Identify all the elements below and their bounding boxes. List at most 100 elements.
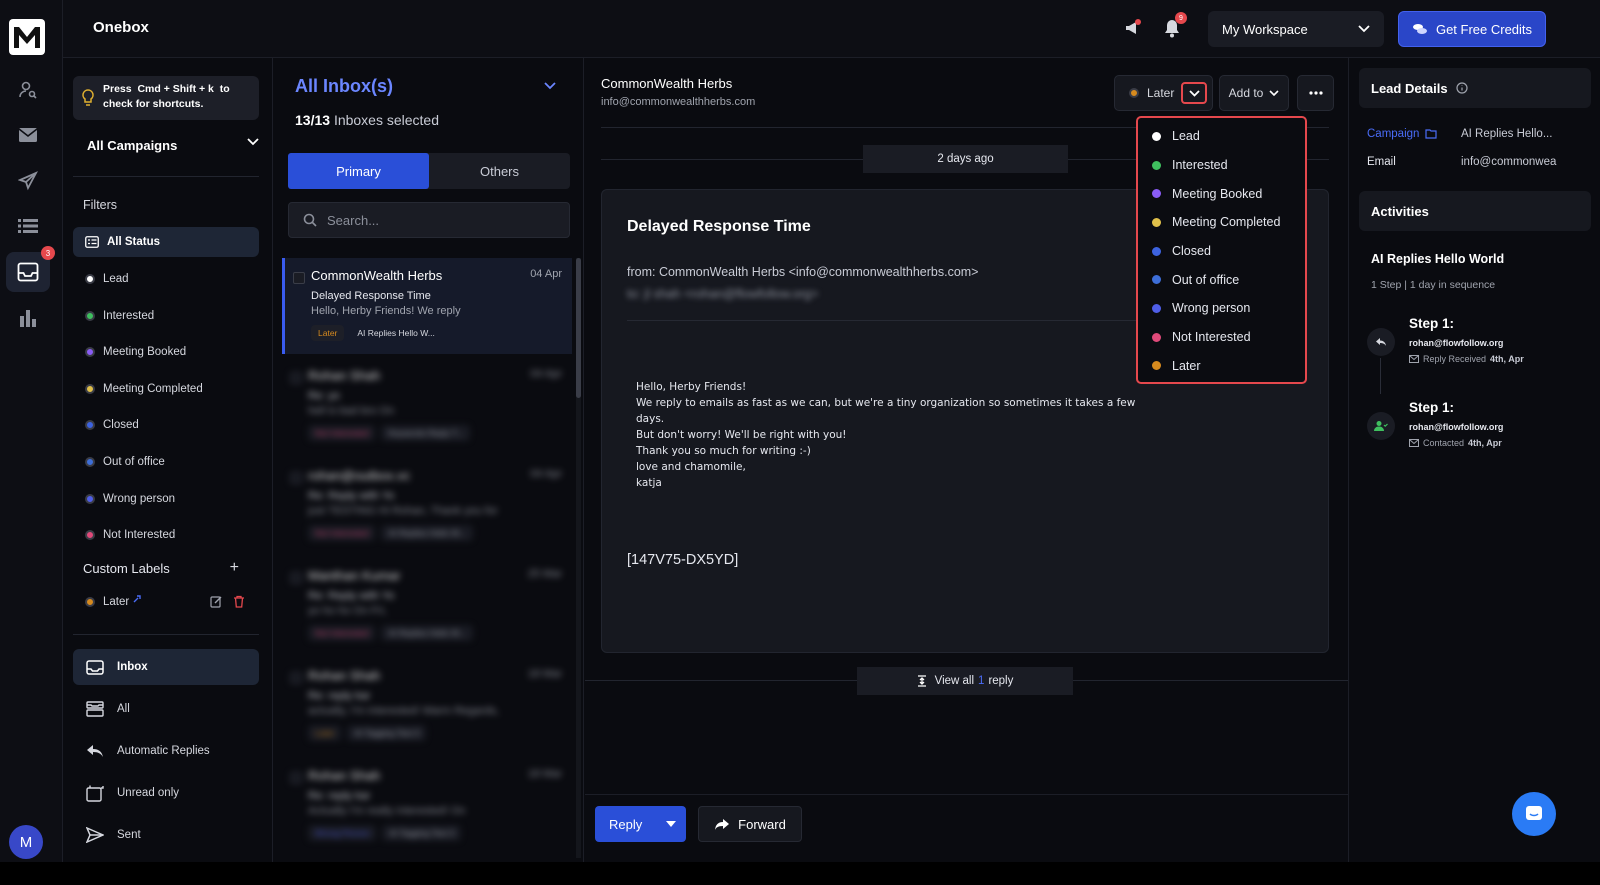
reply-icon xyxy=(87,745,103,757)
dropdown-option-not-interested[interactable]: Not Interested xyxy=(1138,323,1305,352)
mail-checkbox[interactable] xyxy=(290,372,302,384)
status-select-label: Later xyxy=(1147,86,1175,100)
status-meeting-completed[interactable]: Meeting Completed xyxy=(73,374,259,404)
megaphone-icon[interactable] xyxy=(1122,17,1144,39)
mail-checkbox[interactable] xyxy=(290,472,302,484)
get-free-credits-button[interactable]: Get Free Credits xyxy=(1398,11,1546,47)
mail-item[interactable]: Rohan Shah 18 Mar Re: reply kar actually,… xyxy=(282,658,572,754)
info-icon[interactable] xyxy=(1455,82,1468,94)
expand-icon xyxy=(917,675,926,687)
send-icon[interactable] xyxy=(15,168,41,194)
status-dropdown-toggle[interactable] xyxy=(1181,82,1207,104)
email-body-line: We reply to emails as fast as we can, bu… xyxy=(636,397,1136,425)
view-all-replies-button[interactable]: View all 1 reply xyxy=(857,667,1073,695)
contacts-icon[interactable] xyxy=(15,77,41,103)
search-icon xyxy=(303,213,317,227)
mail-preview: Actually I'm really interested! On xyxy=(308,805,466,817)
bell-icon[interactable]: 9 xyxy=(1161,12,1187,39)
reply-button[interactable]: Reply xyxy=(595,806,686,842)
status-not-interested[interactable]: Not Interested xyxy=(73,520,259,550)
dropdown-option-wrong-person[interactable]: Wrong person xyxy=(1138,294,1305,323)
dropdown-option-out-of-office[interactable]: Out of office xyxy=(1138,265,1305,294)
analytics-icon[interactable] xyxy=(15,305,41,331)
nav-inbox[interactable]: Inbox xyxy=(73,649,259,685)
scrollbar-thumb[interactable] xyxy=(576,258,581,398)
nav-all[interactable]: All xyxy=(73,691,259,727)
mail-item[interactable]: CommonWealth Herbs 04 Apr Delayed Respons… xyxy=(282,258,572,354)
activities-header: Activities xyxy=(1359,191,1591,231)
dropdown-option-interested[interactable]: Interested xyxy=(1138,151,1305,180)
dropdown-option-meeting-booked[interactable]: Meeting Booked xyxy=(1138,179,1305,208)
mail-date: 18 Mar xyxy=(527,668,562,680)
mail-checkbox[interactable] xyxy=(290,772,302,784)
mail-item[interactable]: Rohan Shah 04 Apr Re: yo hell is bad bro … xyxy=(282,358,572,454)
mail-preview: just TESTING Hi Rohan, Thank you for xyxy=(308,505,498,517)
list-icon[interactable] xyxy=(15,213,41,239)
status-interested[interactable]: Interested xyxy=(73,301,259,331)
add-label-icon[interactable]: + xyxy=(230,560,239,576)
forward-icon xyxy=(715,818,730,830)
user-avatar[interactable]: M xyxy=(9,825,43,859)
top-bar: Onebox 9 My Workspace Get Free Credits xyxy=(63,0,1600,58)
support-chat-button[interactable] xyxy=(1512,792,1556,836)
mail-status-tag: Later xyxy=(311,325,345,341)
status-wrong-person[interactable]: Wrong person xyxy=(73,484,259,514)
nav-unread-only[interactable]: Unread only xyxy=(73,775,259,811)
screen-edge xyxy=(0,862,1600,885)
inbox-title[interactable]: All Inbox(s) xyxy=(295,76,393,97)
mail-checkbox[interactable] xyxy=(290,672,302,684)
dropdown-option-closed[interactable]: Closed xyxy=(1138,237,1305,266)
nav-automatic-replies[interactable]: Automatic Replies xyxy=(73,733,259,769)
lead-details-header: Lead Details xyxy=(1359,68,1591,108)
mail-preview: yo ho ho On Fri, xyxy=(308,605,387,617)
option-label: Out of office xyxy=(1172,272,1240,287)
nav-rail: 3 M xyxy=(0,0,63,862)
add-to-button[interactable]: Add to xyxy=(1219,75,1289,111)
search-input[interactable] xyxy=(327,212,557,228)
status-out-of-office[interactable]: Out of office xyxy=(73,447,259,477)
mail-icon xyxy=(1409,439,1419,447)
more-options-button[interactable] xyxy=(1297,75,1334,111)
status-meeting-booked[interactable]: Meeting Booked xyxy=(73,337,259,367)
lead-campaign-row: Campaign AI Replies Hello... xyxy=(1367,128,1552,140)
dropdown-option-later[interactable]: Later xyxy=(1138,352,1305,381)
mail-date: 18 Mar xyxy=(527,768,562,780)
dropdown-option-lead[interactable]: Lead xyxy=(1138,122,1305,151)
search-box xyxy=(288,202,570,238)
mail-item[interactable]: Manthan Kumar 25 Mar Re: Reply with Yo yo… xyxy=(282,558,572,654)
status-label: Interested xyxy=(103,310,155,322)
caret-down-icon[interactable] xyxy=(666,821,676,827)
tab-primary[interactable]: Primary xyxy=(288,153,429,189)
mail-checkbox[interactable] xyxy=(293,272,305,284)
edit-icon[interactable] xyxy=(210,595,223,608)
mail-item[interactable]: rohan@outbox.vc 04 Apr Re: Reply with Yo … xyxy=(282,458,572,554)
mail-checkbox[interactable] xyxy=(290,572,302,584)
mail-status-tag: Not Interested xyxy=(308,425,376,441)
mail-subject: Re: reply kar xyxy=(308,790,371,802)
mail-campaign-tag: Keywords Reply T... xyxy=(381,425,471,441)
mail-date: 04 Apr xyxy=(530,268,562,280)
workspace-label: My Workspace xyxy=(1222,21,1308,37)
app-logo[interactable] xyxy=(9,19,45,55)
onebox-icon[interactable]: 3 xyxy=(6,246,55,292)
forward-button[interactable]: Forward xyxy=(698,806,802,842)
status-lead[interactable]: Lead xyxy=(73,264,259,294)
campaign-key[interactable]: Campaign xyxy=(1367,128,1461,140)
status-select[interactable]: Later xyxy=(1114,75,1213,111)
workspace-select[interactable]: My Workspace xyxy=(1208,11,1384,47)
status-closed[interactable]: Closed xyxy=(73,410,259,440)
inbox-list-panel: All Inbox(s) 13/13 Inboxes selected Prim… xyxy=(274,58,584,862)
mail-tabs: Primary Others xyxy=(288,153,570,189)
dropdown-option-meeting-completed[interactable]: Meeting Completed xyxy=(1138,208,1305,237)
inbox-count: 13/13 xyxy=(295,112,331,128)
mail-icon[interactable] xyxy=(15,122,41,148)
chat-icon xyxy=(1526,806,1542,820)
custom-label-later[interactable]: Later xyxy=(85,594,245,608)
campaign-select[interactable]: All Campaigns xyxy=(87,138,259,153)
mail-item[interactable]: Rohan Shah 18 Mar Re: reply kar Actually … xyxy=(282,758,572,854)
chevron-down-icon[interactable] xyxy=(544,82,556,90)
tab-others[interactable]: Others xyxy=(429,153,570,189)
status-all[interactable]: All Status xyxy=(73,227,259,257)
delete-icon[interactable] xyxy=(233,595,245,608)
nav-sent[interactable]: Sent xyxy=(73,817,259,853)
